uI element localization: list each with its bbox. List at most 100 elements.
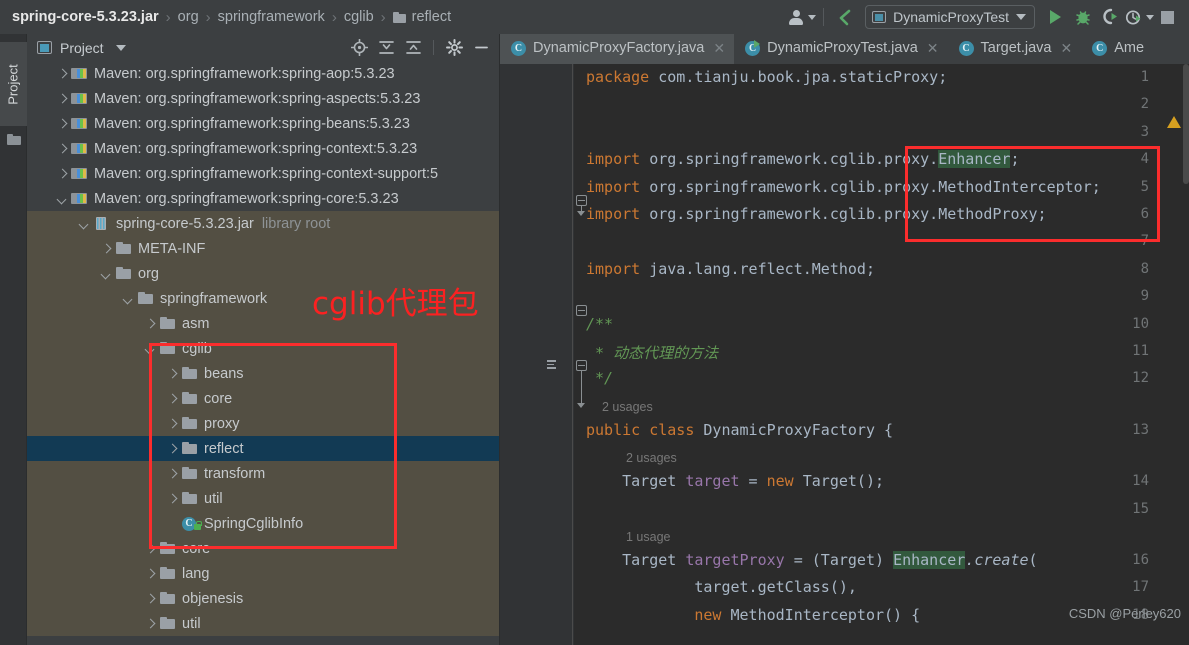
tree-row[interactable]: beans xyxy=(27,361,499,386)
debug-button[interactable] xyxy=(1069,4,1097,30)
editor-gutter[interactable] xyxy=(500,64,574,645)
editor-tab[interactable]: C Ame xyxy=(1081,34,1153,64)
tree-row[interactable]: lang xyxy=(27,561,499,586)
breadcrumb-item-org[interactable]: org xyxy=(178,9,199,25)
chevron-right-icon[interactable] xyxy=(55,142,69,156)
tree-row[interactable]: reflect xyxy=(27,436,499,461)
inlay-hint[interactable]: 1 usage xyxy=(626,530,670,544)
folder-icon xyxy=(159,541,176,556)
chevron-right-icon[interactable] xyxy=(165,467,179,481)
chevron-right-icon[interactable] xyxy=(143,317,157,331)
java-class-icon: C xyxy=(958,40,974,56)
tree-row[interactable]: transform xyxy=(27,461,499,486)
breadcrumb-item-springframework[interactable]: springframework xyxy=(218,9,325,25)
code-viewport[interactable]: 1 2 3 4 5 6 7 8 9 10 11 12 13 14 15 16 17 18 package com.… xyxy=(500,64,1189,645)
breadcrumb-item-cglib[interactable]: cglib xyxy=(344,9,374,25)
javadoc-icon xyxy=(544,360,557,371)
java-class-runnable-icon: C xyxy=(745,39,761,56)
breadcrumb-item-jar[interactable]: spring-core-5.3.23.jar xyxy=(12,9,159,25)
chevron-right-icon[interactable] xyxy=(165,392,179,406)
chevron-right-icon[interactable] xyxy=(143,542,157,556)
tree-row[interactable]: Maven: org.springframework:spring-beans:… xyxy=(27,111,499,136)
run-configuration-selector[interactable]: DynamicProxyTest xyxy=(865,5,1035,29)
tree-row-label: asm xyxy=(182,315,210,332)
chevron-down-icon[interactable] xyxy=(121,292,135,306)
chevron-down-icon[interactable] xyxy=(77,217,91,231)
sidebar-item-project[interactable]: Project xyxy=(0,42,27,126)
tree-row-label: org xyxy=(138,265,159,282)
tree-row[interactable]: org xyxy=(27,261,499,286)
tree-row[interactable]: Maven: org.springframework:spring-aspect… xyxy=(27,86,499,111)
expand-all-icon[interactable] xyxy=(374,37,398,59)
warning-marker-icon[interactable] xyxy=(1167,116,1181,128)
locate-in-tree-icon[interactable] xyxy=(347,37,371,59)
chevron-right-icon[interactable] xyxy=(55,167,69,181)
tree-row[interactable]: objenesis xyxy=(27,586,499,611)
chevron-down-icon[interactable] xyxy=(115,44,126,51)
tree-row[interactable]: util xyxy=(27,611,499,636)
settings-gear-icon[interactable] xyxy=(442,37,466,59)
editor-scrollbar[interactable] xyxy=(1183,64,1189,184)
chevron-right-icon[interactable] xyxy=(143,567,157,581)
editor-tab[interactable]: C DynamicProxyTest.java ✕ xyxy=(734,34,947,64)
editor-tabs[interactable]: C DynamicProxyFactory.java ✕ C DynamicProxyT… xyxy=(500,34,1189,64)
tree-row[interactable]: core xyxy=(27,536,499,561)
chevron-right-icon[interactable] xyxy=(165,492,179,506)
project-icon xyxy=(37,41,52,54)
close-icon[interactable]: ✕ xyxy=(1060,40,1072,57)
tree-row[interactable]: cglib xyxy=(27,336,499,361)
chevron-right-icon[interactable] xyxy=(165,367,179,381)
run-button[interactable] xyxy=(1041,4,1069,30)
tree-row[interactable]: asm xyxy=(27,311,499,336)
tree-row[interactable]: util xyxy=(27,486,499,511)
profile-button[interactable] xyxy=(1125,4,1154,30)
chevron-right-icon[interactable] xyxy=(55,67,69,81)
tree-row[interactable]: springframework xyxy=(27,286,499,311)
inlay-hint[interactable]: 2 usages xyxy=(602,400,653,414)
source-code[interactable]: package com.tianju.book.jpa.staticProxy;… xyxy=(586,64,1189,645)
project-panel-title: Project xyxy=(60,39,104,56)
maven-icon xyxy=(71,191,88,206)
editor-tab[interactable]: C Target.java ✕ xyxy=(948,34,1082,64)
editor-area: C DynamicProxyFactory.java ✕ C DynamicProxyT… xyxy=(500,34,1189,645)
tree-row[interactable]: META-INF xyxy=(27,236,499,261)
chevron-right-icon[interactable] xyxy=(99,242,113,256)
project-tree[interactable]: Maven: org.springframework:spring-aop:5.… xyxy=(27,61,499,645)
close-icon[interactable]: ✕ xyxy=(713,40,725,57)
tree-row[interactable]: Maven: org.springframework:spring-aop:5.… xyxy=(27,61,499,86)
folder-icon xyxy=(181,441,198,456)
chevron-right-icon[interactable] xyxy=(55,92,69,106)
toolbar-divider xyxy=(433,40,434,55)
tree-row[interactable]: proxy xyxy=(27,411,499,436)
folder-icon[interactable] xyxy=(7,134,21,145)
editor-tab[interactable]: C DynamicProxyFactory.java ✕ xyxy=(500,34,735,64)
tree-row[interactable]: spring-core-5.3.23.jar library root xyxy=(27,211,499,236)
back-arrow-icon[interactable] xyxy=(831,4,859,30)
code-line: import org.springframework.cglib.proxy.M… xyxy=(586,205,1047,223)
folder-icon xyxy=(159,316,176,331)
tree-row[interactable]: Maven: org.springframework:spring-contex… xyxy=(27,161,499,186)
stop-button[interactable] xyxy=(1153,4,1181,30)
chevron-right-icon[interactable] xyxy=(55,117,69,131)
chevron-right-icon[interactable] xyxy=(165,417,179,431)
breadcrumb-item-reflect[interactable]: reflect xyxy=(412,9,452,25)
run-with-coverage-button[interactable] xyxy=(1097,4,1125,30)
user-icon[interactable] xyxy=(788,4,816,30)
chevron-down-icon[interactable] xyxy=(99,267,113,281)
breadcrumb-separator: › xyxy=(165,8,171,26)
tree-row[interactable]: Maven: org.springframework:spring-contex… xyxy=(27,136,499,161)
jar-icon xyxy=(93,216,110,231)
tree-row[interactable]: Maven: org.springframework:spring-core:5… xyxy=(27,186,499,211)
chevron-down-icon[interactable] xyxy=(143,342,157,356)
chevron-right-icon[interactable] xyxy=(143,592,157,606)
inlay-hint[interactable]: 2 usages xyxy=(626,451,677,465)
collapse-all-icon[interactable] xyxy=(401,37,425,59)
chevron-right-icon[interactable] xyxy=(143,617,157,631)
tree-row[interactable]: core xyxy=(27,386,499,411)
chevron-right-icon[interactable] xyxy=(165,442,179,456)
code-line: target.getClass(), xyxy=(586,578,857,597)
close-icon[interactable]: ✕ xyxy=(927,40,939,57)
chevron-down-icon[interactable] xyxy=(55,192,69,206)
hide-panel-icon[interactable] xyxy=(469,37,493,59)
tree-row[interactable]: C SpringCglibInfo xyxy=(27,511,499,536)
